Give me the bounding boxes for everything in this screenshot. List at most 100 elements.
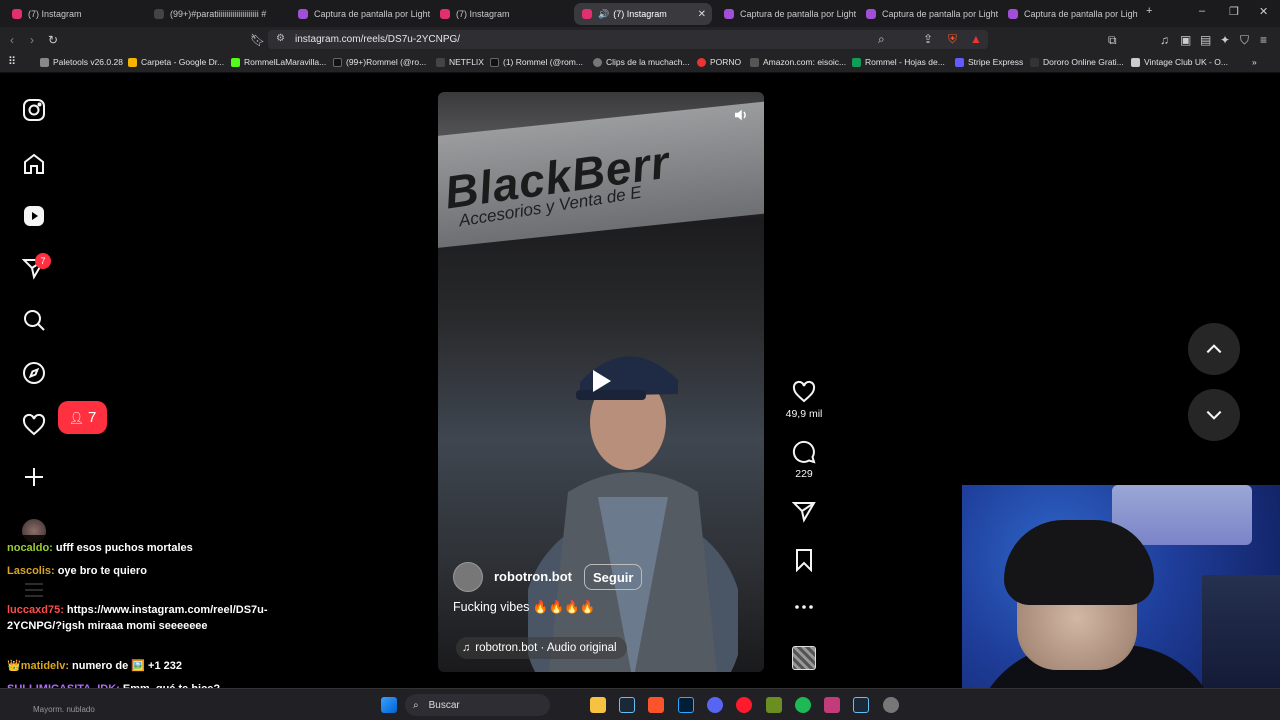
reels-icon[interactable] <box>22 204 46 228</box>
app-icon[interactable] <box>824 697 840 713</box>
author-avatar[interactable] <box>453 562 483 592</box>
bookmark-page-icon[interactable]: 🔖︎ <box>250 33 265 47</box>
kick-icon <box>231 57 240 67</box>
tiktok-favicon-icon <box>154 9 164 19</box>
bookmark-item[interactable]: Paletools v26.0.28 <box>40 57 123 67</box>
browser-tab[interactable]: (7) Instagram <box>4 3 144 25</box>
brave-shields-icon[interactable]: ⛨ <box>948 32 957 47</box>
chat-text: ufff esos puchos mortales <box>55 542 193 554</box>
save-bookmark-icon[interactable] <box>792 548 816 573</box>
tab-label: Captura de pantalla por Lightshot <box>314 9 430 19</box>
brave-rewards-icon[interactable]: ▲ <box>970 32 982 46</box>
close-tab-icon[interactable]: ✕ <box>698 9 706 20</box>
browser-tab[interactable]: (99+)#paratiiiiiiiiiiiiiiiiiiiii # <box>146 3 286 25</box>
activity-count: 7 <box>87 409 97 426</box>
tab-label: Captura de pantalla por Lightshot <box>740 9 856 19</box>
globe-icon <box>593 57 602 67</box>
reel-video[interactable]: BlackBerr Accesorios y Venta de E robotr… <box>438 92 764 672</box>
follow-button[interactable]: Seguir <box>584 564 643 590</box>
bookmark-item[interactable]: (99+)Rommel (@ro... <box>333 57 426 67</box>
bookmark-label: Vintage Club UK - O... <box>1144 57 1228 67</box>
messages-badge: 7 <box>35 253 51 269</box>
chat-username: luccaxd75: <box>7 604 64 616</box>
volume-icon[interactable] <box>732 106 750 124</box>
next-reel-button[interactable] <box>1188 389 1240 441</box>
explore-icon[interactable] <box>22 361 46 385</box>
taskbar-search[interactable]: ⌕ Buscar <box>405 694 550 716</box>
close-window-icon[interactable]: ✕ <box>1259 5 1268 18</box>
tab-label: Captura de pantalla por Lightshot <box>882 9 998 19</box>
reload-icon[interactable]: ↻ <box>48 33 58 47</box>
browser-tab-active[interactable]: 🔊 (7) Instagram ✕ <box>574 3 712 25</box>
url-field[interactable]: ⚙ instagram.com/reels/DS7u-2YCNPG/ ⌕ ⇪ ⛨… <box>268 30 988 49</box>
wallet-icon[interactable]: ▤ <box>1200 33 1211 47</box>
browser-tab[interactable]: Captura de pantalla por Lightshot <box>290 3 430 25</box>
browser-tab[interactable]: Captura de pantalla por Lightshot <box>716 3 856 25</box>
bookmark-item[interactable]: PORNO <box>697 57 741 67</box>
comment-icon[interactable] <box>792 440 816 464</box>
bookmark-label: Amazon.com: eisoic... <box>763 57 847 67</box>
opera-icon[interactable] <box>736 697 752 713</box>
file-explorer-icon[interactable] <box>590 697 606 713</box>
brave-browser-icon[interactable] <box>648 697 664 713</box>
chat-message: luccaxd75: https://www.instagram.com/reel… <box>7 602 268 634</box>
app-icon[interactable] <box>883 697 899 713</box>
bookmark-label: Clips de la muchach... <box>606 57 690 67</box>
share-icon[interactable]: ⇪ <box>923 32 933 46</box>
sidebar-toggle-icon[interactable]: ▣ <box>1180 33 1191 47</box>
play-icon[interactable] <box>591 368 613 394</box>
browser-tab[interactable]: Captura de pantalla por Lightshot <box>1000 3 1138 25</box>
browser-tab[interactable]: (7) Instagram <box>432 3 572 25</box>
create-plus-icon[interactable] <box>22 465 46 489</box>
steam-icon[interactable] <box>619 697 635 713</box>
previous-reel-button[interactable] <box>1188 323 1240 375</box>
windows-taskbar: Mayorm. nublado ⌕ Buscar <box>0 688 1280 720</box>
instagram-favicon-icon <box>582 9 592 19</box>
like-heart-icon[interactable] <box>792 380 816 404</box>
bookmark-item[interactable]: (1) Rommel (@rom... <box>490 57 583 67</box>
bookmark-item[interactable]: Dororo Online Grati... <box>1030 57 1124 67</box>
music-icon[interactable]: ♫ <box>1160 33 1169 47</box>
vpn-icon[interactable]: ⛉ <box>1240 33 1249 48</box>
home-icon[interactable] <box>22 152 46 176</box>
speaker-icon: 🔊 <box>598 8 610 19</box>
zoom-icon[interactable]: ⌕ <box>878 32 885 47</box>
more-bookmarks-icon[interactable]: » <box>1252 57 1257 67</box>
apps-grid-icon[interactable]: ⠿ <box>8 55 16 68</box>
more-options-icon[interactable] <box>792 595 816 619</box>
bookmark-item[interactable]: Amazon.com: eisoic... <box>750 57 846 67</box>
browser-tab[interactable]: Captura de pantalla por Lightshot <box>858 3 998 25</box>
new-tab-icon[interactable]: + <box>1146 5 1152 17</box>
reel-caption: Fucking vibes 🔥🔥🔥🔥 <box>453 600 596 614</box>
forward-icon[interactable]: › <box>30 33 34 47</box>
bookmark-item[interactable]: Stripe Express <box>955 57 1023 67</box>
search-icon[interactable] <box>22 308 46 332</box>
discord-icon[interactable] <box>707 697 723 713</box>
photoshop-icon[interactable] <box>678 697 694 713</box>
instagram-logo-icon[interactable] <box>22 98 46 122</box>
site-info-icon[interactable]: ⚙ <box>276 33 285 44</box>
bookmark-item[interactable]: Vintage Club UK - O... <box>1131 57 1228 67</box>
menu-icon[interactable]: ≡ <box>1260 33 1267 47</box>
bookmark-item[interactable]: Carpeta - Google Dr... <box>128 57 224 67</box>
back-icon[interactable]: ‹ <box>10 33 14 47</box>
share-icon[interactable] <box>791 499 816 523</box>
ai-icon[interactable]: ✦ <box>1220 33 1230 47</box>
extensions-icon[interactable]: ⧉ <box>1108 33 1117 48</box>
bookmark-item[interactable]: RommelLaMaravilla... <box>231 57 326 67</box>
author-name[interactable]: robotron.bot <box>494 569 572 584</box>
bookmark-item[interactable]: NETFLIX <box>436 57 484 67</box>
activity-pill[interactable]: 👤︎ 7 <box>58 401 107 434</box>
maximize-icon[interactable]: ❐ <box>1229 5 1239 18</box>
audio-thumbnail[interactable] <box>792 646 816 670</box>
notifications-heart-icon[interactable] <box>22 413 46 437</box>
bookmark-item[interactable]: Rommel - Hojas de... <box>852 57 945 67</box>
spotify-icon[interactable] <box>795 697 811 713</box>
app-icon[interactable] <box>766 697 782 713</box>
audio-attribution[interactable]: ♫ robotron.bot · Audio original <box>456 637 627 659</box>
steam-icon[interactable] <box>853 697 869 713</box>
bookmark-item[interactable]: Clips de la muchach... <box>593 57 690 67</box>
minimize-icon[interactable]: – <box>1199 5 1205 17</box>
windows-start-icon[interactable] <box>381 697 397 713</box>
webcam-overlay <box>962 485 1280 720</box>
